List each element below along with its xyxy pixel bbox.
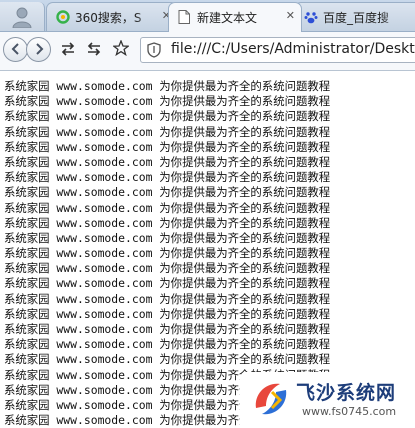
close-tab-icon[interactable]: ✕ — [286, 9, 295, 22]
text-line: 系统家园 www.somode.com 为你提供最为齐全的系统问题教程 — [4, 185, 331, 200]
text-line: 系统家园 www.somode.com 为你提供最为齐全的系统问题教程 — [4, 154, 331, 169]
document-icon — [178, 10, 190, 27]
tab-label: 新建文本文 — [197, 11, 258, 25]
tab-strip: 360搜索，S ✕ 新建文本文 ✕ 百度_百度搜 — [0, 0, 415, 32]
text-line: 系统家园 www.somode.com 为你提供最为齐全的系统问题教程 — [4, 291, 331, 306]
forward-button[interactable] — [26, 37, 51, 62]
double-arrow-icon — [86, 41, 102, 60]
tab-360-search[interactable]: 360搜索，S ✕ — [46, 2, 178, 31]
text-line: 系统家园 www.somode.com 为你提供最为齐全的系统问题教程 — [4, 170, 331, 185]
text-line: 系统家园 www.somode.com 为你提供最为齐全的系统问题教程 — [4, 352, 331, 367]
text-line: 系统家园 www.somode.com 为你提供最为齐全的系统问题教程 — [4, 276, 331, 291]
star-icon — [111, 39, 131, 60]
person-icon — [12, 6, 32, 32]
switch-arrows-icon — [60, 41, 76, 60]
text-line: 系统家园 www.somode.com 为你提供最为齐全的系统问题教程 — [4, 322, 331, 336]
text-line: 系统家园 www.somode.com 为你提供最为齐全的系统问题教程 — [4, 306, 331, 321]
tab-label: 360搜索，S — [75, 11, 142, 25]
url-text: file:///C:/Users/Administrator/Deskto — [171, 41, 415, 57]
text-line: 系统家园 www.somode.com 为你提供最为齐全的系统问题教程 — [4, 246, 331, 261]
text-line: 系统家园 www.somode.com 为你提供最为齐全的系统问题教程 — [4, 94, 331, 109]
tab-label: 百度_百度搜 — [323, 11, 390, 25]
baidu-paw-icon — [304, 10, 318, 27]
watermark-url: www.fs0745.com — [302, 405, 397, 418]
watermark-name: 飞沙系统网 — [296, 382, 397, 404]
text-line: 系统家园 www.somode.com 为你提供最为齐全的系统问题教程 — [4, 200, 331, 215]
text-line: 系统家园 www.somode.com 为你提供最为齐全的系统问题教程 — [4, 215, 331, 230]
toolbar: file:///C:/Users/Administrator/Deskto — [0, 32, 415, 71]
bookmark-button[interactable] — [111, 39, 131, 60]
text-line: 系统家园 www.somode.com 为你提供最为齐全的系统问题教程 — [4, 261, 331, 276]
shield-icon — [147, 42, 161, 62]
tab-baidu[interactable]: 百度_百度搜 — [294, 2, 415, 31]
profile-button[interactable] — [0, 2, 45, 31]
switch-tabs-button[interactable] — [58, 40, 78, 60]
text-line: 系统家园 www.somode.com 为你提供最为齐全的系统问题教程 — [4, 337, 331, 352]
tab-new-text-document[interactable]: 新建文本文 ✕ — [168, 2, 302, 32]
back-button[interactable] — [3, 37, 28, 62]
text-line: 系统家园 www.somode.com 为你提供最为齐全的系统问题教程 — [4, 79, 331, 93]
text-line: 系统家园 www.somode.com 为你提供最为齐全的系统问题教程 — [4, 109, 331, 124]
back-arrow-icon — [10, 40, 22, 59]
text-line: 系统家园 www.somode.com 为你提供最为齐全的系统问题教程 — [4, 139, 331, 154]
forward-arrow-icon — [33, 40, 45, 59]
address-bar[interactable]: file:///C:/Users/Administrator/Deskto — [140, 37, 415, 63]
360-search-icon — [56, 10, 70, 27]
fs-logo-icon — [250, 378, 292, 424]
watermark: 飞沙系统网 www.fs0745.com — [240, 372, 415, 426]
text-line: 系统家园 www.somode.com 为你提供最为齐全的系统问题教程 — [4, 124, 331, 139]
reload-button[interactable] — [84, 40, 104, 60]
text-line: 系统家园 www.somode.com 为你提供最为齐全的系统问题教程 — [4, 230, 331, 245]
